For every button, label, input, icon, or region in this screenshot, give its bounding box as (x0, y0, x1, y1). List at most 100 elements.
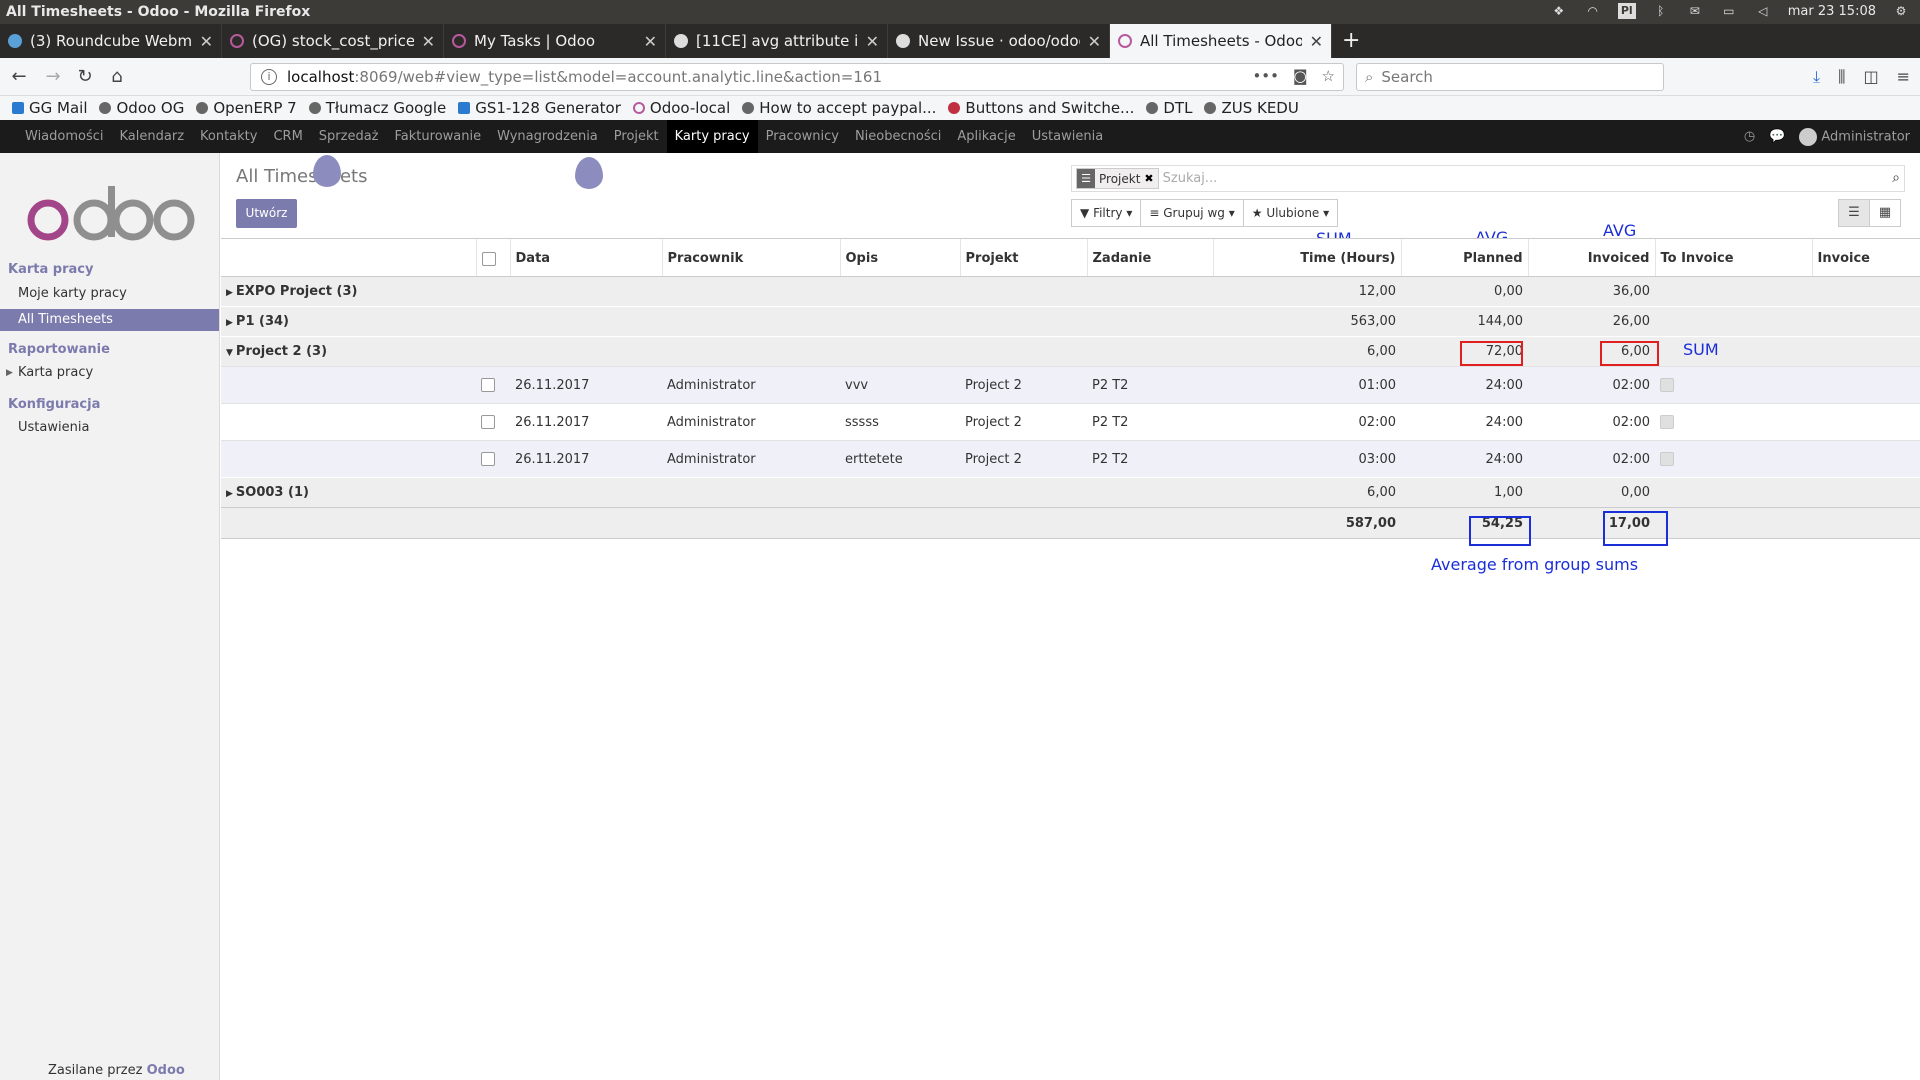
browser-search-input[interactable]: ⌕ Search (1356, 63, 1664, 91)
menu-wiadomosci[interactable]: Wiadomości (17, 120, 112, 153)
sidebar-toggle-icon[interactable]: ◫ (1863, 67, 1878, 87)
table-row[interactable]: 26.11.2017 Administrator sssss Project 2… (221, 403, 1920, 441)
activity-clock-icon[interactable]: ◷ (1744, 129, 1755, 144)
new-tab-button[interactable]: + (1332, 24, 1370, 58)
tab-avg-attribute[interactable]: [11CE] avg attribute in fi ✕ (666, 24, 888, 58)
sidebar-item-karta-pracy-report[interactable]: ▶ Karta pracy (0, 362, 219, 384)
bookmark-paypal[interactable]: How to accept paypal... (742, 99, 936, 117)
keyboard-layout-indicator[interactable]: Pl (1617, 3, 1636, 19)
col-header-projekt[interactable]: Projekt (959, 238, 1087, 277)
bookmark-buttons[interactable]: Buttons and Switche... (948, 99, 1134, 117)
page-actions-icon[interactable]: ••• (1252, 67, 1279, 85)
bookmark-dtl[interactable]: DTL (1146, 99, 1192, 117)
back-arrow-icon[interactable]: ← (8, 66, 30, 88)
group-row-project2[interactable]: ▼ Project 2 (3) 6,00 72,00 6,00 (221, 336, 1920, 367)
bookmark-gs1[interactable]: GS1-128 Generator (458, 99, 621, 117)
tab-roundcube[interactable]: (3) Roundcube Webmail ✕ (0, 24, 222, 58)
close-icon[interactable]: ✕ (866, 32, 879, 51)
sidebar-item-ustawienia[interactable]: Ustawienia (0, 417, 219, 439)
menu-kalendarz[interactable]: Kalendarz (112, 120, 193, 153)
powered-brand-link[interactable]: Odoo (147, 1063, 185, 1078)
col-header-pracownik[interactable]: Pracownik (661, 238, 840, 277)
col-header-data[interactable]: Data (509, 238, 662, 277)
table-row[interactable]: 26.11.2017 Administrator vvv Project 2 P… (221, 366, 1920, 404)
bookmark-star-icon[interactable]: ☆ (1322, 67, 1335, 85)
chat-icon[interactable]: 💬 (1769, 129, 1785, 144)
col-header-invoice[interactable]: Invoice (1811, 238, 1920, 277)
close-icon[interactable]: ✕ (644, 32, 657, 51)
group-row-so003[interactable]: ▶ SO003 (1) 6,00 1,00 0,00 (221, 477, 1920, 508)
menu-pracownicy[interactable]: Pracownicy (758, 120, 847, 153)
calendar-view-icon[interactable]: ▦ (1869, 199, 1901, 227)
row-checkbox[interactable] (481, 452, 495, 466)
pocket-icon[interactable]: ◙ (1293, 67, 1308, 85)
close-icon[interactable]: ✕ (422, 32, 435, 51)
bookmark-zus[interactable]: ZUS KEDU (1204, 99, 1299, 117)
row-checkbox[interactable] (481, 415, 495, 429)
group-row-expo[interactable]: ▶ EXPO Project (3) 12,00 0,00 36,00 (221, 276, 1920, 307)
menu-karty-pracy[interactable]: Karty pracy (666, 120, 758, 153)
bookmark-tlumacz[interactable]: Tłumacz Google (308, 99, 446, 117)
sidebar-item-moje-karty[interactable]: Moje karty pracy (0, 283, 219, 305)
hamburger-menu-icon[interactable]: ≡ (1897, 67, 1910, 87)
col-header-opis[interactable]: Opis (839, 238, 960, 277)
tab-my-tasks[interactable]: My Tasks | Odoo ✕ (444, 24, 666, 58)
col-header-invoiced[interactable]: Invoiced (1527, 238, 1655, 277)
create-button[interactable]: Utwórz (236, 199, 297, 228)
list-view-icon[interactable]: ☰ (1838, 199, 1870, 227)
clock[interactable]: mar 23 15:08 (1788, 4, 1876, 19)
favorites-dropdown[interactable]: ★ Ulubione ▾ (1242, 199, 1339, 227)
reload-icon[interactable]: ↻ (74, 66, 96, 88)
col-header-time[interactable]: Time (Hours) (1212, 238, 1401, 277)
menu-sprzedaz[interactable]: Sprzedaż (311, 120, 387, 153)
row-checkbox[interactable] (481, 378, 495, 392)
download-icon[interactable]: ⤓ (1813, 67, 1820, 87)
dropbox-icon[interactable]: ❖ (1550, 4, 1568, 18)
library-icon[interactable]: ⫼ (1838, 67, 1845, 87)
bluetooth-icon[interactable]: ᛒ (1652, 4, 1670, 18)
close-icon[interactable]: ✕ (200, 32, 213, 51)
group-row-p1[interactable]: ▶ P1 (34) 563,00 144,00 26,00 (221, 306, 1920, 337)
close-icon[interactable]: ✕ (1310, 32, 1323, 51)
tab-stock-cost-price[interactable]: (OG) stock_cost_price 1 ✕ (222, 24, 444, 58)
col-header-planned[interactable]: Planned (1400, 238, 1528, 277)
filters-dropdown[interactable]: ▼ Filtry ▾ (1071, 199, 1142, 227)
menu-fakturowanie[interactable]: Fakturowanie (387, 120, 490, 153)
odoo-search-bar[interactable]: ☰ Projekt ✖ Szukaj... ⌕ (1071, 165, 1905, 192)
remove-facet-icon[interactable]: ✖ (1144, 172, 1157, 185)
sidebar-item-all-timesheets[interactable]: All Timesheets (0, 309, 219, 331)
user-menu[interactable]: Administrator (1799, 127, 1910, 146)
groupby-dropdown[interactable]: ≡ Grupuj wg ▾ (1140, 199, 1244, 227)
menu-nieobecnosci[interactable]: Nieobecności (847, 120, 949, 153)
bookmark-odoo-og[interactable]: Odoo OG (99, 99, 184, 117)
menu-kontakty[interactable]: Kontakty (192, 120, 265, 153)
menu-crm[interactable]: CRM (265, 120, 310, 153)
close-icon[interactable]: ✕ (1088, 32, 1101, 51)
home-icon[interactable]: ⌂ (106, 66, 128, 88)
url-bar[interactable]: i localhost:8069/web#view_type=list&mode… (250, 63, 1344, 91)
bookmark-odoo-local[interactable]: Odoo-local (632, 99, 730, 117)
select-all-checkbox-cell[interactable] (475, 238, 510, 277)
menu-wynagrodzenia[interactable]: Wynagrodzenia (489, 120, 606, 153)
col-header-to-invoice[interactable]: To Invoice (1654, 238, 1812, 277)
table-row[interactable]: 26.11.2017 Administrator erttetete Proje… (221, 440, 1920, 478)
menu-projekt[interactable]: Projekt (606, 120, 667, 153)
volume-icon[interactable]: ◁ (1754, 4, 1772, 18)
search-icon[interactable]: ⌕ (1892, 170, 1900, 186)
menu-aplikacje[interactable]: Aplikacje (949, 120, 1023, 153)
mail-icon[interactable]: ✉ (1686, 4, 1704, 18)
bookmark-gg-mail[interactable]: GG Mail (12, 99, 87, 117)
menu-ustawienia[interactable]: Ustawienia (1024, 120, 1111, 153)
col-header-zadanie[interactable]: Zadanie (1086, 238, 1213, 277)
forward-arrow-icon[interactable]: → (42, 66, 64, 88)
tab-new-issue[interactable]: New Issue · odoo/odoo ✕ (888, 24, 1110, 58)
bookmark-openerp7[interactable]: OpenERP 7 (196, 99, 297, 117)
search-facet-projekt[interactable]: ☰ Projekt ✖ (1076, 168, 1159, 189)
battery-icon[interactable]: ▭ (1720, 4, 1738, 18)
tab-all-timesheets[interactable]: All Timesheets - Odoo ✕ (1110, 24, 1332, 58)
odoo-logo[interactable] (26, 183, 196, 243)
select-all-checkbox[interactable] (481, 251, 496, 266)
site-info-icon[interactable]: i (261, 69, 277, 85)
power-icon[interactable]: ⚙ (1892, 4, 1910, 18)
wifi-icon[interactable]: ◠ (1584, 4, 1602, 18)
